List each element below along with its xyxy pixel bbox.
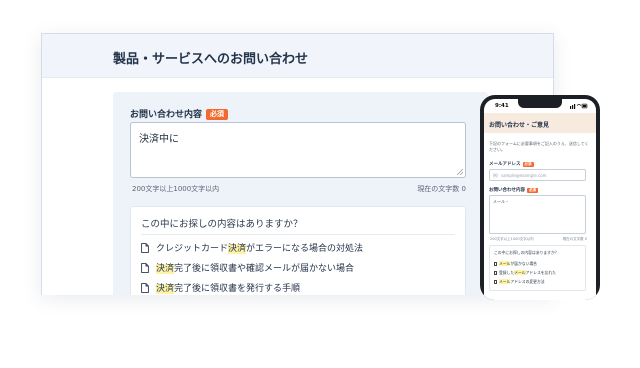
resize-handle-icon[interactable] xyxy=(456,168,463,175)
suggestion-item[interactable]: 登録したメールアドレスを忘れた xyxy=(494,270,556,276)
char-limit-hint: 200文字以上1000文字以内 xyxy=(132,185,220,193)
email-field[interactable]: 例）sample@example.com xyxy=(489,169,586,181)
suggestion-item[interactable]: メールが届かない場合 xyxy=(494,261,537,267)
content-textarea[interactable]: メール・ xyxy=(489,195,586,234)
suggestion-panel: この中にお探しの内容はありますか？ クレジットカード決済がエラーになる場合の対処… xyxy=(130,206,466,295)
suggestion-title: この中にお探しの内容はありますか？ xyxy=(141,219,303,230)
suggestion-text: 決済完了後に領収書や確認メールが届かない場合 xyxy=(156,264,355,274)
phone-suggestion-panel: この中にお探しの内容はありますか？ メールが届かない場合 登録したメールアドレス… xyxy=(489,245,586,291)
suggestion-item[interactable]: 決済完了後に領収書や確認メールが届かない場合 xyxy=(141,261,354,274)
required-badge: 必須 xyxy=(206,109,229,120)
document-icon xyxy=(141,242,149,253)
field-label-text: お問い合わせ内容 xyxy=(130,110,203,120)
document-icon xyxy=(141,282,149,293)
stage: 製品・サービスへのお問い合わせ お問い合わせ内容 必須 決済中に 200文字以上1… xyxy=(0,0,640,368)
content-label: お問い合わせ内容 必須 xyxy=(489,187,538,193)
char-limit-hint: 200文字以上1000文字以内 xyxy=(490,237,534,241)
char-count: 現在の文字数 0 xyxy=(417,185,466,193)
document-icon xyxy=(141,262,149,273)
suggestion-text: クレジットカード決済がエラーになる場合の対処法 xyxy=(156,244,364,254)
divider xyxy=(141,234,455,235)
required-badge: 必須 xyxy=(522,161,534,167)
status-time: 9:41 xyxy=(495,103,509,109)
inquiry-form: お問い合わせ内容 必須 決済中に 200文字以上1000文字以内 現在の文字数 0… xyxy=(113,92,488,295)
page-title: 製品・サービスへのお問い合わせ xyxy=(113,52,309,67)
char-count: 現在の文字数 0 xyxy=(562,237,587,241)
document-icon xyxy=(494,270,497,275)
status-bar: 9:41 xyxy=(484,99,596,113)
phone-intro: 下記のフォームに必要事項をご記入のうえ、送信してください。 xyxy=(489,141,589,152)
field-label: お問い合わせ内容 必須 xyxy=(130,107,229,120)
suggestion-text: 決済完了後に領収書を発行する手順 xyxy=(156,284,301,294)
inquiry-textarea[interactable]: 決済中に xyxy=(130,122,466,178)
required-badge: 必須 xyxy=(527,187,538,193)
phone-title: お問い合わせ・ご意見 xyxy=(489,122,550,129)
suggestion-item[interactable]: 決済完了後に領収書を発行する手順 xyxy=(141,281,300,294)
email-label: メールアドレス 必須 xyxy=(489,161,534,167)
document-icon xyxy=(494,279,497,284)
phone-frame: 9:41 お問い合わせ・ご意見 下記のフォームに必要事項をご記入のうえ、送信して… xyxy=(480,95,600,300)
suggestion-item[interactable]: クレジットカード決済がエラーになる場合の対処法 xyxy=(141,241,363,254)
phone-notch xyxy=(518,99,562,108)
desktop-window: 製品・サービスへのお問い合わせ お問い合わせ内容 必須 決済中に 200文字以上1… xyxy=(41,33,554,295)
document-icon xyxy=(494,261,497,266)
suggestion-title: この中にお探しの内容はありますか？ xyxy=(494,250,559,255)
textarea-value: 決済中に xyxy=(139,134,179,145)
phone-screen: 9:41 お問い合わせ・ご意見 下記のフォームに必要事項をご記入のうえ、送信して… xyxy=(484,99,596,300)
signal-battery-icon xyxy=(570,103,588,109)
suggestion-item[interactable]: メールアドレスの変更方法 xyxy=(494,279,545,285)
